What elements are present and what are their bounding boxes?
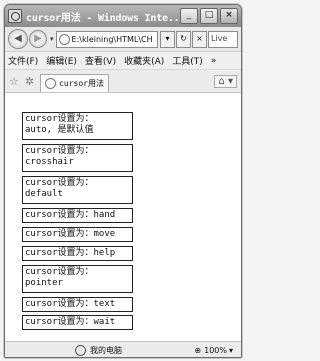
ie-icon bbox=[8, 9, 22, 23]
minimize-button[interactable]: _ bbox=[180, 8, 198, 24]
cursor-box-default[interactable]: cursor设置为： default bbox=[22, 176, 133, 204]
add-favorites-icon[interactable]: ✲ bbox=[25, 75, 34, 88]
cursor-box-label: cursor设置为：wait bbox=[25, 317, 116, 327]
menu-view[interactable]: 查看(V) bbox=[85, 54, 116, 67]
computer-zone-icon bbox=[75, 344, 86, 356]
cursor-box-text[interactable]: cursor设置为：text bbox=[22, 297, 133, 312]
cursor-box-value: crosshair bbox=[25, 157, 74, 167]
search-input[interactable]: Live bbox=[208, 30, 238, 48]
tab-bar: ☆ ✲ cursor用法 ⌂ ▾ bbox=[5, 70, 241, 93]
forward-button[interactable]: ▶ bbox=[29, 30, 47, 48]
refresh-button[interactable]: ↻ bbox=[176, 30, 191, 48]
cursor-box-value: auto, 是默认值 bbox=[25, 125, 94, 135]
stop-button[interactable]: × bbox=[192, 30, 207, 48]
zoom-level: 100% bbox=[204, 345, 227, 355]
zoom-control[interactable]: ⊕ 100% ▾ bbox=[194, 346, 233, 355]
page-icon bbox=[58, 33, 70, 45]
menu-tools[interactable]: 工具(T) bbox=[172, 54, 203, 67]
back-button[interactable]: ◀ bbox=[8, 29, 28, 49]
menu-favorites[interactable]: 收藏夹(A) bbox=[124, 54, 164, 67]
home-button[interactable]: ⌂ ▾ bbox=[214, 74, 237, 88]
cursor-box-label: cursor设置为：move bbox=[25, 229, 116, 239]
address-bar: ◀ ▶ ▾ E:\kleining\HTML\CH ▾ ↻ × Live bbox=[5, 27, 241, 52]
browser-window: cursor用法 - Windows Inte... _ □ × ◀ ▶ ▾ E… bbox=[4, 4, 242, 358]
title-bar[interactable]: cursor用法 - Windows Inte... _ □ × bbox=[5, 5, 241, 27]
cursor-box-move[interactable]: cursor设置为：move bbox=[22, 227, 133, 242]
zoom-icon: ⊕ bbox=[194, 345, 202, 355]
cursor-box-label: cursor设置为：hand bbox=[25, 210, 116, 220]
cursor-box-label: cursor设置为：text bbox=[25, 299, 116, 309]
cursor-box-pointer[interactable]: cursor设置为： pointer bbox=[22, 265, 133, 293]
favorites-star-icon[interactable]: ☆ bbox=[9, 75, 19, 88]
close-button[interactable]: × bbox=[220, 8, 238, 24]
menu-edit[interactable]: 编辑(E) bbox=[46, 54, 77, 67]
cursor-box-value: pointer bbox=[25, 278, 63, 288]
tab-page-icon bbox=[45, 78, 57, 89]
cursor-box-auto[interactable]: cursor设置为： auto, 是默认值 bbox=[22, 112, 133, 140]
address-text: E:\kleining\HTML\CH bbox=[71, 34, 153, 44]
menu-file[interactable]: 文件(F) bbox=[8, 54, 38, 67]
zone-label: 我的电脑 bbox=[90, 345, 122, 355]
page-content: cursor设置为： auto, 是默认值 cursor设置为： crossha… bbox=[5, 93, 241, 341]
tab-active[interactable]: cursor用法 bbox=[40, 74, 109, 92]
window-title: cursor用法 - Windows Inte... bbox=[26, 12, 178, 24]
tab-label: cursor用法 bbox=[59, 79, 104, 88]
cursor-box-help[interactable]: cursor设置为：help bbox=[22, 246, 133, 261]
menu-bar: 文件(F) 编辑(E) 查看(V) 收藏夹(A) 工具(T) » bbox=[5, 52, 241, 70]
cursor-box-label: cursor设置为： bbox=[25, 267, 94, 277]
cursor-box-label: cursor设置为：help bbox=[25, 248, 116, 258]
address-input[interactable]: E:\kleining\HTML\CH bbox=[55, 30, 158, 48]
menu-overflow[interactable]: » bbox=[211, 56, 217, 66]
zoom-dropdown-icon[interactable]: ▾ bbox=[229, 346, 233, 355]
cursor-box-label: cursor设置为： bbox=[25, 114, 94, 124]
cursor-box-hand[interactable]: cursor设置为：hand bbox=[22, 208, 133, 223]
cursor-box-value: default bbox=[25, 189, 63, 199]
maximize-button[interactable]: □ bbox=[200, 8, 218, 24]
cursor-box-wait[interactable]: cursor设置为：wait bbox=[22, 315, 133, 330]
cursor-box-label: cursor设置为： bbox=[25, 178, 94, 188]
history-dropdown-icon[interactable]: ▾ bbox=[50, 35, 54, 43]
status-bar: 我的电脑 ⊕ 100% ▾ bbox=[5, 341, 241, 357]
address-dropdown-button[interactable]: ▾ bbox=[160, 30, 175, 48]
security-zone: 我的电脑 bbox=[75, 344, 122, 356]
cursor-box-label: cursor设置为： bbox=[25, 146, 94, 156]
cursor-box-crosshair[interactable]: cursor设置为： crosshair bbox=[22, 144, 133, 172]
